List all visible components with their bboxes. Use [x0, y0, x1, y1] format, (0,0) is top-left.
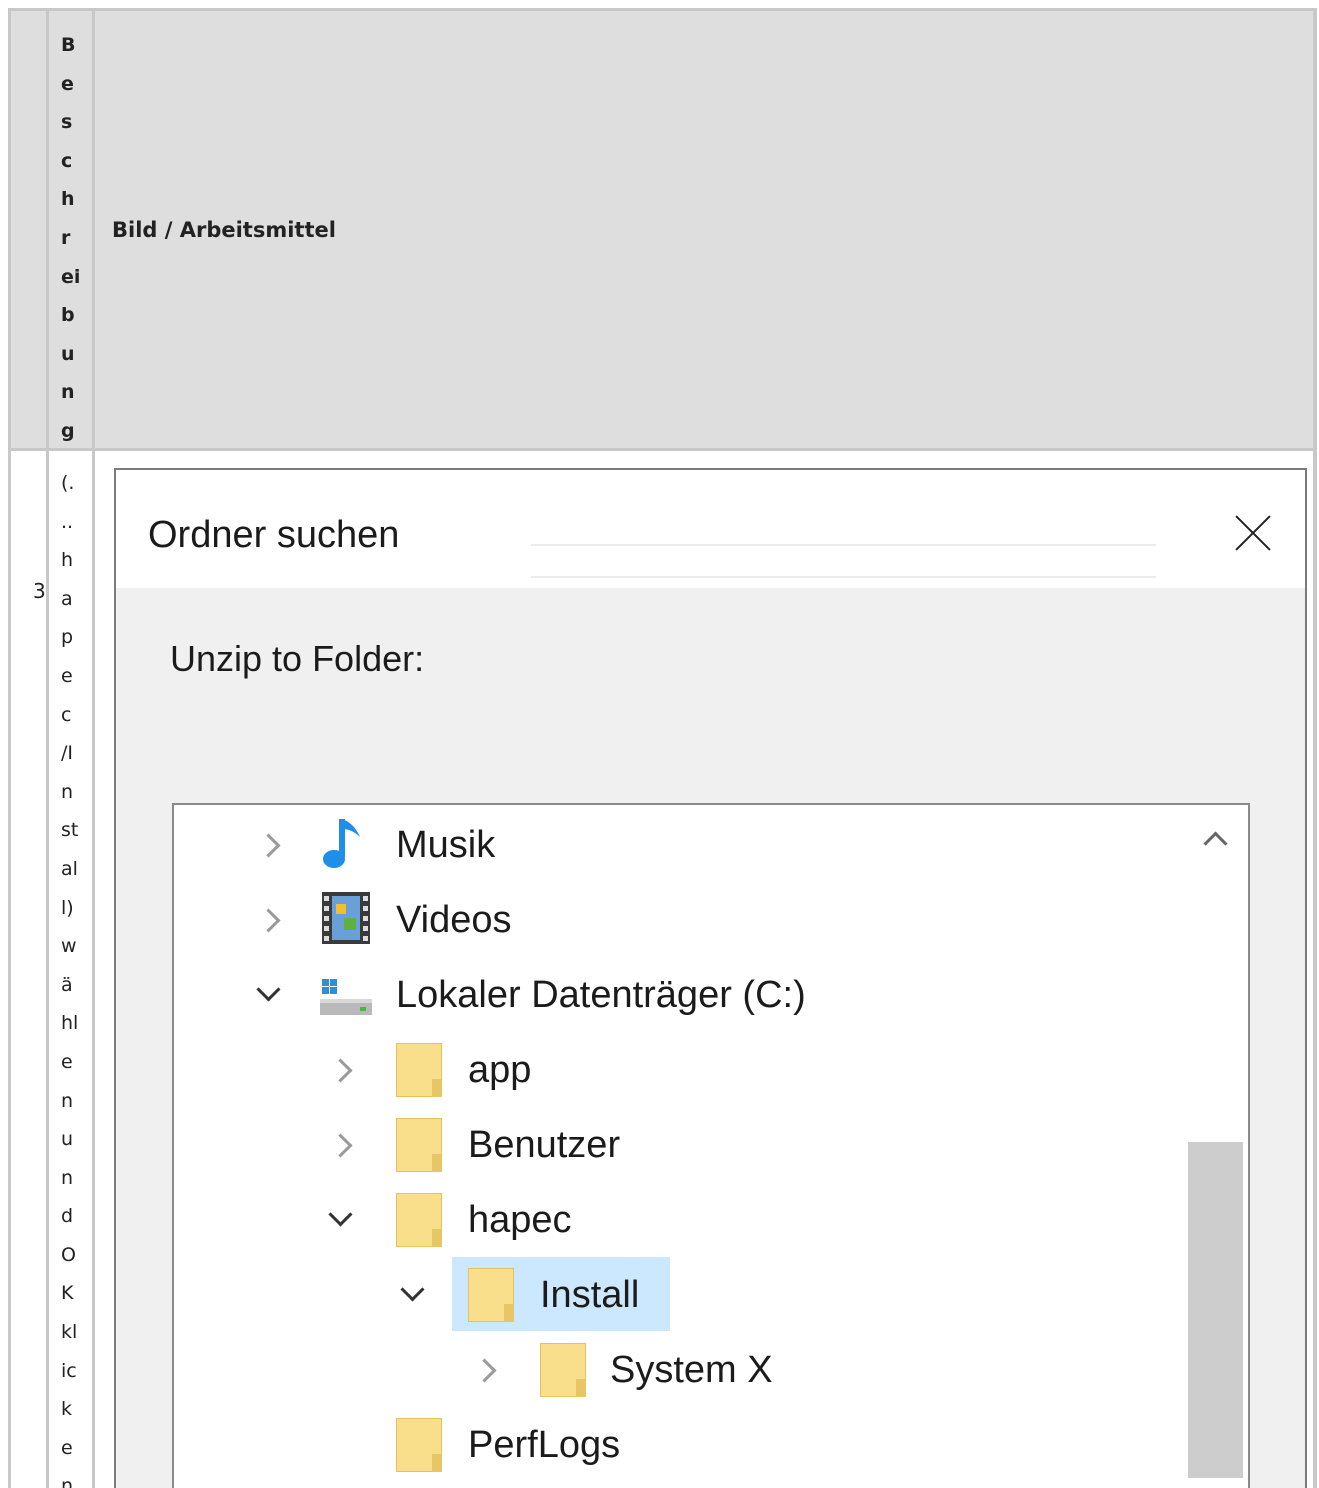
- tree-item-label: Benutzer: [468, 1124, 621, 1166]
- document-table: B e s c h r ei b u n g Bild / Arbeitsmit…: [8, 8, 1317, 1488]
- tree-item-label: Videos: [396, 899, 512, 941]
- folder-icon: [396, 1115, 446, 1172]
- tree-item-label: Musik: [396, 824, 496, 866]
- chevron-right-icon[interactable]: [326, 1109, 356, 1181]
- scrollbar-thumb[interactable]: [1188, 1142, 1243, 1478]
- folder-icon: [396, 1040, 446, 1097]
- dialog-titlebar: Ordner suchen: [116, 470, 1305, 588]
- drive-icon: [318, 965, 372, 1021]
- folder-icon: [468, 1265, 518, 1322]
- row-image-cell: Ordner suchen Unzip to Folder: Musik Vid…: [95, 451, 1313, 1488]
- header-cell-image: Bild / Arbeitsmittel: [95, 11, 1313, 448]
- tree-item-videos[interactable]: Videos: [174, 884, 1174, 956]
- close-icon[interactable]: [1233, 512, 1273, 552]
- chevron-right-icon[interactable]: [254, 809, 284, 881]
- dialog-title: Ordner suchen: [148, 514, 400, 556]
- scroll-up-icon[interactable]: [1203, 831, 1228, 856]
- row-description-text: (. .. h a p e c /I n st al l) w ä hl e n…: [61, 472, 79, 1488]
- tree-item-hapec[interactable]: hapec: [174, 1184, 1174, 1256]
- titlebar-divider: [531, 544, 1156, 546]
- tree-item-label: Lokaler Datenträger (C:): [396, 974, 806, 1016]
- tree-item-label: PerfLogs: [468, 1424, 621, 1466]
- row-number: 3: [33, 579, 46, 603]
- chevron-down-icon[interactable]: [398, 1259, 428, 1331]
- row-number-cell: 3: [11, 451, 46, 1488]
- tree-item-label: Install: [540, 1274, 640, 1316]
- tree-item-label: System X: [610, 1349, 773, 1391]
- chevron-right-icon[interactable]: [470, 1334, 500, 1406]
- tree-item-musik[interactable]: Musik: [174, 809, 1174, 881]
- header-description-text: B e s c h r ei b u n g: [61, 34, 81, 442]
- row-description-cell: (. .. h a p e c /I n st al l) w ä hl e n…: [49, 451, 92, 1488]
- chevron-right-icon[interactable]: [326, 1034, 356, 1106]
- header-image-title: Bild / Arbeitsmittel: [112, 218, 336, 242]
- chevron-down-icon[interactable]: [326, 1184, 356, 1256]
- folder-tree[interactable]: Musik Videos Lokaler Datenträger (C:) ap…: [172, 803, 1250, 1488]
- tree-item-system-x[interactable]: System X: [174, 1334, 1174, 1406]
- music-icon: [320, 815, 370, 871]
- tree-item-label: hapec: [468, 1199, 572, 1241]
- tree-item-local-disk[interactable]: Lokaler Datenträger (C:): [174, 959, 1174, 1031]
- titlebar-divider: [531, 576, 1156, 578]
- dialog-prompt: Unzip to Folder:: [170, 638, 425, 679]
- chevron-right-icon[interactable]: [254, 884, 284, 956]
- folder-icon: [540, 1340, 590, 1397]
- tree-item-label: app: [468, 1049, 532, 1091]
- header-cell-description: B e s c h r ei b u n g: [49, 11, 92, 448]
- browse-folder-dialog: Ordner suchen Unzip to Folder: Musik Vid…: [114, 468, 1307, 1488]
- tree-item-perflogs[interactable]: PerfLogs: [174, 1409, 1174, 1481]
- tree-item-install[interactable]: Install: [174, 1259, 1174, 1331]
- chevron-down-icon[interactable]: [254, 959, 284, 1031]
- tree-item-benutzer[interactable]: Benutzer: [174, 1109, 1174, 1181]
- tree-item-app[interactable]: app: [174, 1034, 1174, 1106]
- folder-icon: [396, 1190, 446, 1247]
- folder-icon: [396, 1415, 446, 1472]
- header-cell-number: [11, 11, 46, 448]
- videos-icon: [320, 890, 370, 946]
